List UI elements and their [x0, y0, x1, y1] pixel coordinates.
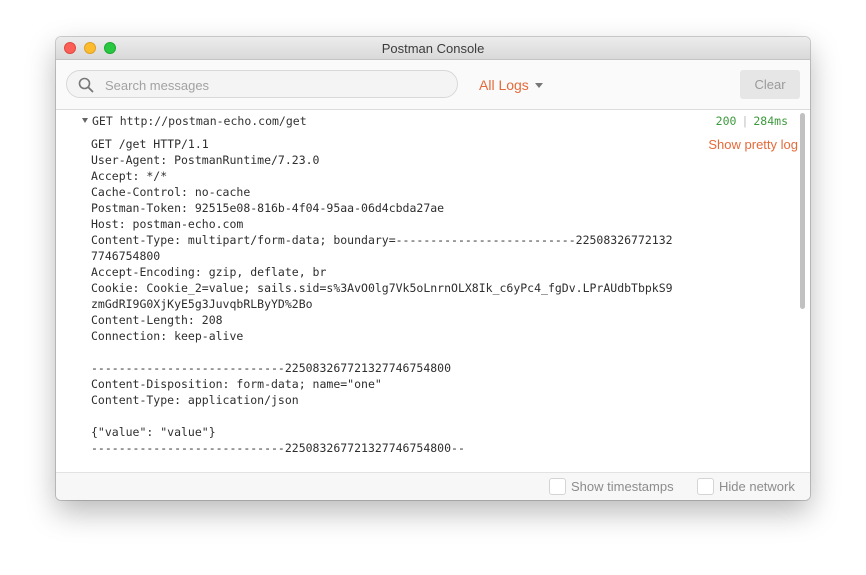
toolbar: All Logs Clear [56, 60, 810, 110]
meta-separator: | [741, 114, 749, 128]
disclosure-triangle-icon[interactable] [82, 118, 88, 123]
log-line: Cookie: Cookie_2=value; sails.sid=s%3AvO… [91, 281, 673, 295]
log-line: zmGdRI9G0XjKyE5g3JuvqbRLByYD%2Bo [91, 297, 313, 311]
log-line: {"value": "value"} [91, 425, 216, 439]
log-line: Content-Type: multipart/form-data; bound… [91, 233, 673, 247]
show-timestamps-label: Show timestamps [571, 479, 674, 494]
log-line: ----------------------------225083267721… [91, 441, 465, 455]
show-timestamps-checkbox[interactable]: Show timestamps [549, 478, 674, 496]
log-line: Connection: keep-alive [91, 329, 244, 343]
log-line: Content-Type: application/json [91, 393, 299, 407]
log-level-label: All Logs [479, 77, 529, 93]
search-input[interactable] [103, 75, 447, 95]
window-title: Postman Console [381, 41, 485, 56]
log-line: 7746754800 [91, 249, 161, 263]
console-window: Postman Console All Logs Clear GET http:… [56, 37, 810, 500]
log-line: Cache-Control: no-cache [91, 185, 251, 199]
log-line: Content-Length: 208 [91, 313, 223, 327]
checkbox-box[interactable] [549, 478, 566, 496]
clear-button[interactable]: Clear [740, 70, 800, 99]
log-line: User-Agent: PostmanRuntime/7.23.0 [91, 153, 320, 167]
log-line: Content-Disposition: form-data; name="on… [91, 377, 382, 391]
log-level-dropdown[interactable]: All Logs [479, 77, 543, 93]
log-list[interactable]: GET http://postman-echo.com/get 200 | 284m… [56, 110, 810, 472]
log-line: ----------------------------225083267721… [91, 361, 452, 375]
raw-request-log: GET /get HTTP/1.1 User-Agent: PostmanRun… [91, 136, 673, 456]
checkbox-box[interactable] [697, 478, 714, 496]
log-line: Postman-Token: 92515e08-816b-4f04-95aa-0… [91, 201, 445, 215]
response-time: 284ms [753, 114, 788, 128]
status-code: 200 [715, 114, 737, 128]
footer-bar: Show timestamps Hide network [56, 472, 810, 500]
search-icon [78, 77, 94, 93]
caret-down-icon [534, 82, 543, 88]
show-pretty-log-link[interactable]: Show pretty log [708, 137, 798, 152]
hide-network-checkbox[interactable]: Hide network [697, 478, 795, 496]
log-line: Accept-Encoding: gzip, deflate, br [91, 265, 327, 279]
log-line: Accept: */* [91, 169, 168, 183]
search-box[interactable] [66, 70, 458, 98]
request-summary: GET http://postman-echo.com/get [92, 114, 307, 128]
vertical-scrollbar[interactable] [800, 113, 806, 468]
log-line: GET /get HTTP/1.1 [91, 137, 209, 151]
request-entry-header[interactable]: GET http://postman-echo.com/get 200 | 284m… [56, 114, 800, 130]
title-bar: Postman Console [56, 37, 810, 60]
scrollbar-thumb[interactable] [800, 113, 805, 309]
log-line: Host: postman-echo.com [91, 217, 244, 231]
hide-network-label: Hide network [719, 479, 795, 494]
request-meta: 200 | 284ms [716, 114, 788, 128]
